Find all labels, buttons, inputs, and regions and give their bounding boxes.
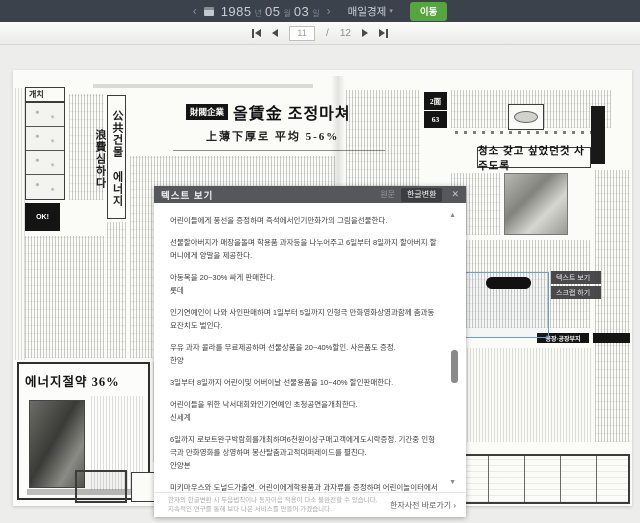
date-next-button[interactable]: › <box>327 5 331 17</box>
viewer-area: 개치 OK! 公共건물 에너지 浪費심하다 財閥企業 올賃金 조정마쳐 上薄下厚… <box>0 45 640 523</box>
np-comic-strip <box>25 102 65 200</box>
page-input[interactable] <box>289 26 315 41</box>
date-day-suffix: 일 <box>312 8 319 19</box>
np-comic-title: 개치 <box>25 87 65 102</box>
store-name: 롯데 <box>170 284 440 297</box>
date-prev-button[interactable]: ‹ <box>193 5 197 17</box>
np-decorative-strip <box>455 131 591 134</box>
np-masthead-line <box>93 84 313 88</box>
store-name: 신세계 <box>170 411 440 424</box>
date-day: 03 <box>294 4 309 19</box>
page-total: 12 <box>340 28 351 39</box>
publication-name: 매일경제 <box>348 4 387 19</box>
np-vertical-headline: 公共건물 에너지 浪費심하다 <box>107 95 126 219</box>
publication-select[interactable]: 매일경제 ▾ <box>348 4 393 19</box>
panel-header[interactable]: 텍스트 보기 원문 한글변환 ✕ <box>154 186 466 203</box>
context-menu-item[interactable]: 스크랩 하기 <box>551 286 601 299</box>
np-left-edge-column <box>15 88 25 360</box>
date-month: 05 <box>265 4 280 19</box>
page-separator: / <box>326 28 329 39</box>
np-page-badge-bottom: 63 <box>424 111 447 128</box>
scroll-up-icon[interactable]: ▲ <box>449 212 456 219</box>
context-menu: 텍스트 보기스크랩 하기 <box>551 271 601 299</box>
ocr-paragraph: 선물할아버지가 매장을돌며 학용품 과자등을 나누어주고 6일부터 8일까지 할… <box>170 236 440 262</box>
ocr-paragraph: 인기연예인이 나와 사인판매하며 1일부터 5일까지 인형극 만화영화상영과함께… <box>170 306 440 332</box>
np-article-logo <box>486 277 531 289</box>
ocr-paragraph: 어린이들에게 풍선을 증정하며 즉석에서인기만화가의 그림을선물한다. <box>170 214 440 227</box>
go-button[interactable]: 이동 <box>410 2 447 21</box>
store-name: 한양 <box>170 354 440 367</box>
nav-last-icon[interactable] <box>379 29 388 38</box>
panel-footer: 한자의 한글변환 시 두음법칙이나 동자이음 적용이 다소 불완전할 수 있습니… <box>154 492 466 517</box>
date-month-suffix: 월 <box>283 8 290 19</box>
np-page-badge-top: 2面 <box>424 92 447 110</box>
np-section-badge <box>591 106 605 164</box>
archive-viewer: ‹ 1985 년 05 월 03 일 › 매일경제 ▾ 이동 / 12 <box>0 0 640 523</box>
np-bottom-ad <box>75 470 127 503</box>
np-photo <box>504 173 568 235</box>
calendar-icon[interactable] <box>204 7 214 16</box>
ocr-paragraph: 6일까지 로보트완구박람회를개최하며6천원이상구매고객에게도시락증정. 기간중 … <box>170 433 440 459</box>
hanja-dictionary-link[interactable]: 한자사전 바로가기 › <box>390 500 456 511</box>
hangul-convert-button[interactable]: 한글변환 <box>401 188 442 202</box>
ocr-paragraph: 아동복을 20~30% 싸게 판매한다. <box>170 271 440 284</box>
np-oval-logo <box>514 111 538 123</box>
date-toolbar: ‹ 1985 년 05 월 03 일 › 매일경제 ▾ 이동 <box>0 0 640 22</box>
scrollbar-thumb[interactable] <box>451 350 458 383</box>
ocr-paragraph: 미키마우스와 도널드가출연. 어린이에게학용품과 과자류를 증정하며 어린이놀이… <box>170 481 440 492</box>
caret-down-icon: ▾ <box>389 7 393 15</box>
date-year-suffix: 년 <box>255 8 262 19</box>
footer-note-line1: 한자의 한글변환 시 두음법칙이나 동자이음 적용이 다소 불완전할 수 있습니… <box>168 496 390 505</box>
np-right-headline: 청소 갖고 싶었던것 사주도록 <box>477 147 591 168</box>
context-menu-item[interactable]: 텍스트 보기 <box>551 271 601 284</box>
text-view-panel: 텍스트 보기 원문 한글변환 ✕ 어린이들에게 풍선을 증정하며 즉석에서인기만… <box>154 186 466 517</box>
article-selection-box[interactable] <box>463 272 549 338</box>
date-display: 1985 년 05 월 03 일 <box>221 4 320 19</box>
scroll-down-icon[interactable]: ▼ <box>449 479 456 486</box>
nav-first-icon[interactable] <box>252 29 261 38</box>
page-navigation: / 12 <box>0 22 640 45</box>
panel-body-text: 어린이들에게 풍선을 증정하며 즉석에서인기만화가의 그림을선물한다. 선물할아버… <box>154 203 466 492</box>
np-columns <box>595 170 630 442</box>
close-icon[interactable]: ✕ <box>451 189 459 200</box>
ocr-paragraph: 우유 과자 콜라를 무료제공하며 선물상품을 20~40%할인. 사은품도 증정… <box>170 341 440 354</box>
original-text-button[interactable]: 원문 <box>380 189 395 200</box>
np-classified-chip2 <box>593 333 630 343</box>
ocr-paragraph: 어린이들을 위한 낙서대회와인기연예인 초청공연을개최한다. <box>170 398 440 411</box>
np-small-ad: OK! <box>25 203 60 231</box>
store-name: 안양본 <box>170 459 440 472</box>
np-center-badge: 財閥企業 <box>186 104 228 120</box>
np-energy-ad-title: 에너지절약 36% <box>25 371 142 390</box>
ocr-paragraph: 3일부터 8일까지 어린이및 어버이날 선물용품을 10~40% 할인판매한다. <box>170 376 440 389</box>
footer-note-line2: 지속적인 연구를 통해 보다 나은 서비스를 만들어 가겠습니다. <box>168 505 390 514</box>
panel-title: 텍스트 보기 <box>161 188 213 202</box>
nav-next-icon[interactable] <box>362 29 368 37</box>
np-columns <box>107 222 126 358</box>
date-year: 1985 <box>221 4 252 19</box>
nav-prev-icon[interactable] <box>272 29 278 37</box>
np-logo-box <box>508 104 544 130</box>
np-columns <box>25 236 105 358</box>
